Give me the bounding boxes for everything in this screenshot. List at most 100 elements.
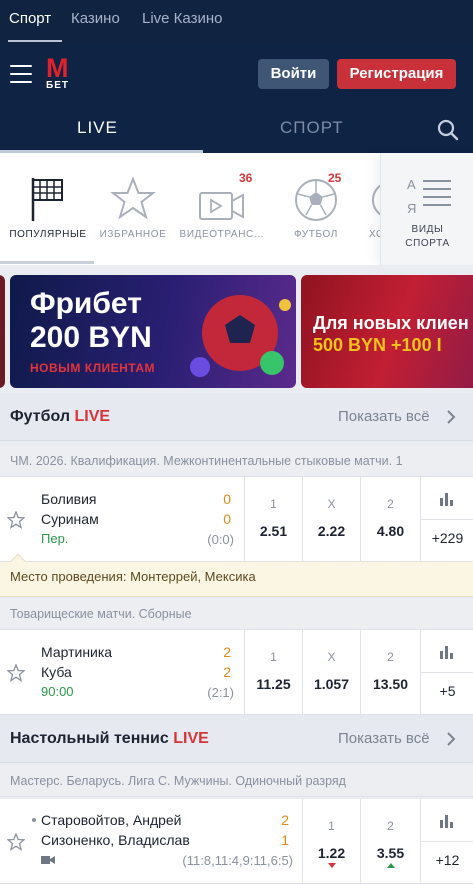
odd-draw[interactable]: X 2.22 — [302, 477, 360, 561]
sport-kinds-button[interactable]: A Я ВИДЫ СПОРТА — [380, 153, 473, 265]
favorite-star-icon[interactable] — [7, 664, 25, 682]
video-icon — [199, 192, 244, 220]
category-label: ПОПУЛЯРНЫЕ — [9, 229, 87, 240]
more-markets-button[interactable]: +12 — [420, 799, 473, 883]
team-away: Суринам — [41, 511, 99, 527]
category-label: ВИДЕОТРАНС… — [179, 229, 265, 240]
promo-title: Для новых клиен — [313, 313, 469, 333]
team-home: Мартиника — [41, 644, 113, 660]
svg-text:Я: Я — [407, 201, 416, 216]
league-header[interactable]: ЧМ. 2026. Квалификация. Межконтинентальн… — [0, 445, 473, 477]
register-button[interactable]: Регистрация — [337, 59, 456, 89]
search-icon[interactable] — [437, 119, 459, 141]
score-away: 2 — [223, 664, 231, 680]
video-count-badge: 36 — [239, 171, 253, 185]
venue-info: Место проведения: Монтеррей, Мексика — [0, 562, 473, 597]
odd-draw[interactable]: X 1.057 — [302, 630, 360, 714]
promo-banner-previous[interactable] — [0, 275, 5, 388]
live-label: LIVE — [173, 730, 209, 747]
odd-label: 1 — [270, 497, 277, 511]
chevron-right-icon[interactable] — [446, 410, 456, 424]
football-count-badge: 25 — [328, 171, 342, 185]
menu-icon[interactable] — [10, 65, 32, 83]
odd-value: 2.51 — [259, 523, 288, 539]
more-markets-button[interactable]: +5 — [420, 630, 473, 714]
chevron-right-icon[interactable] — [446, 732, 456, 746]
category-popular[interactable]: ПОПУЛЯРНЫЕ — [6, 171, 90, 240]
odd-away[interactable]: 2 13.50 — [360, 630, 420, 714]
stats-icon[interactable] — [440, 493, 454, 506]
promo-carousel: Фрибет 200 BYN НОВЫМ КЛИЕНТАМ Для новых … — [0, 265, 473, 393]
more-markets-count: +229 — [431, 530, 464, 546]
top-nav: Спорт Казино Live Казино — [0, 0, 473, 44]
category-bar: ПОПУЛЯРНЫЕ ИЗБРАННОЕ 36 ВИДЕОТРАНС… 25 Ф… — [0, 153, 473, 265]
section-title-text: Футбол — [10, 408, 71, 425]
score-home: 0 — [223, 491, 231, 507]
sport-kinds-line1: ВИДЫ — [411, 224, 444, 235]
odd-label: 2 — [387, 819, 394, 833]
odd-value: 3.55 — [376, 845, 405, 861]
show-all-link[interactable]: Показать всё — [338, 730, 430, 747]
stats-icon[interactable] — [440, 815, 454, 828]
category-label: ФУТБОЛ — [294, 229, 338, 240]
show-all-link[interactable]: Показать всё — [338, 408, 430, 425]
tab-live[interactable]: LIVE — [77, 118, 118, 138]
team-away: Куба — [41, 664, 72, 680]
logo[interactable]: M БЕТ — [46, 55, 76, 92]
odd-home[interactable]: 1 11.25 — [244, 630, 302, 714]
league-header[interactable]: Товарищеские матчи. Сборные — [0, 598, 473, 630]
stats-icon[interactable] — [440, 646, 454, 659]
odd-value: 1.057 — [313, 676, 350, 692]
sport-kinds-label: ВИДЫ СПОРТА — [381, 223, 473, 251]
login-button[interactable]: Войти — [258, 59, 329, 89]
promo-banner-new-clients[interactable]: Для новых клиен 500 BYN +100 I — [301, 275, 473, 388]
more-markets-button[interactable]: +229 — [420, 477, 473, 561]
team-home: Старовойтов, Андрей — [41, 812, 182, 828]
odd-up-arrow-icon — [386, 863, 395, 868]
odd-away[interactable]: 2 4.80 — [360, 477, 420, 561]
odd-label: 2 — [387, 497, 394, 511]
active-tab-indicator — [8, 40, 62, 42]
sort-az-icon: A Я — [407, 177, 451, 216]
video-stream-icon[interactable] — [41, 855, 55, 865]
tab-sport-line[interactable]: СПОРТ — [280, 118, 344, 138]
mode-tabs: LIVE СПОРТ — [0, 105, 473, 153]
score-home: 2 — [281, 812, 289, 828]
favorite-star-icon[interactable] — [7, 511, 25, 529]
odd-down-arrow-icon — [327, 863, 336, 868]
odd-away[interactable]: 2 3.55 — [360, 799, 420, 883]
odd-label: X — [327, 497, 336, 511]
section-title-text: Настольный теннис — [10, 730, 169, 747]
live-label: LIVE — [74, 408, 111, 425]
tab-casino[interactable]: Казино — [71, 10, 120, 27]
tab-sport[interactable]: Спорт — [9, 10, 51, 27]
odd-home[interactable]: 1 2.51 — [244, 477, 302, 561]
section-title: Футбол LIVE — [10, 408, 110, 426]
divider — [421, 672, 473, 673]
category-favorites[interactable]: ИЗБРАННОЕ — [97, 171, 169, 240]
match-status: Пер. — [41, 531, 69, 546]
odd-value: 4.80 — [376, 523, 405, 539]
active-category-indicator — [0, 261, 94, 264]
category-video[interactable]: 36 ВИДЕОТРАНС… — [176, 171, 268, 240]
divider — [421, 841, 473, 842]
tab-live-casino[interactable]: Live Казино — [142, 10, 222, 27]
star-icon — [110, 176, 156, 220]
sport-kinds-line2: СПОРТА — [405, 238, 450, 249]
odd-home[interactable]: 1 1.22 — [302, 799, 360, 883]
flag-icon — [31, 178, 63, 221]
category-football[interactable]: 25 ФУТБОЛ — [283, 171, 349, 240]
favorite-star-icon[interactable] — [7, 833, 25, 851]
period-score: (0:0) — [207, 532, 234, 547]
match-row[interactable]: Боливия Суринам 0 0 Пер. (0:0) 1 2.51 X … — [0, 477, 473, 562]
set-scores: (11:8,11:4,9:11,6:5) — [182, 853, 293, 868]
team-away: Сизоненко, Владислав — [41, 832, 190, 848]
match-row[interactable]: Мартиника Куба 2 2 90:00 (2:1) 1 11.25 X… — [0, 630, 473, 715]
promo-banner-freebet[interactable]: Фрибет 200 BYN НОВЫМ КЛИЕНТАМ — [10, 275, 296, 388]
odd-label: 1 — [270, 650, 277, 664]
match-row[interactable]: Старовойтов, Андрей Сизоненко, Владислав… — [0, 799, 473, 884]
league-header[interactable]: Мастерс. Беларусь. Лига С. Мужчины. Один… — [0, 765, 473, 797]
team-home: Боливия — [41, 491, 97, 507]
more-markets-count: +5 — [439, 683, 456, 699]
odd-value: 13.50 — [372, 676, 409, 692]
